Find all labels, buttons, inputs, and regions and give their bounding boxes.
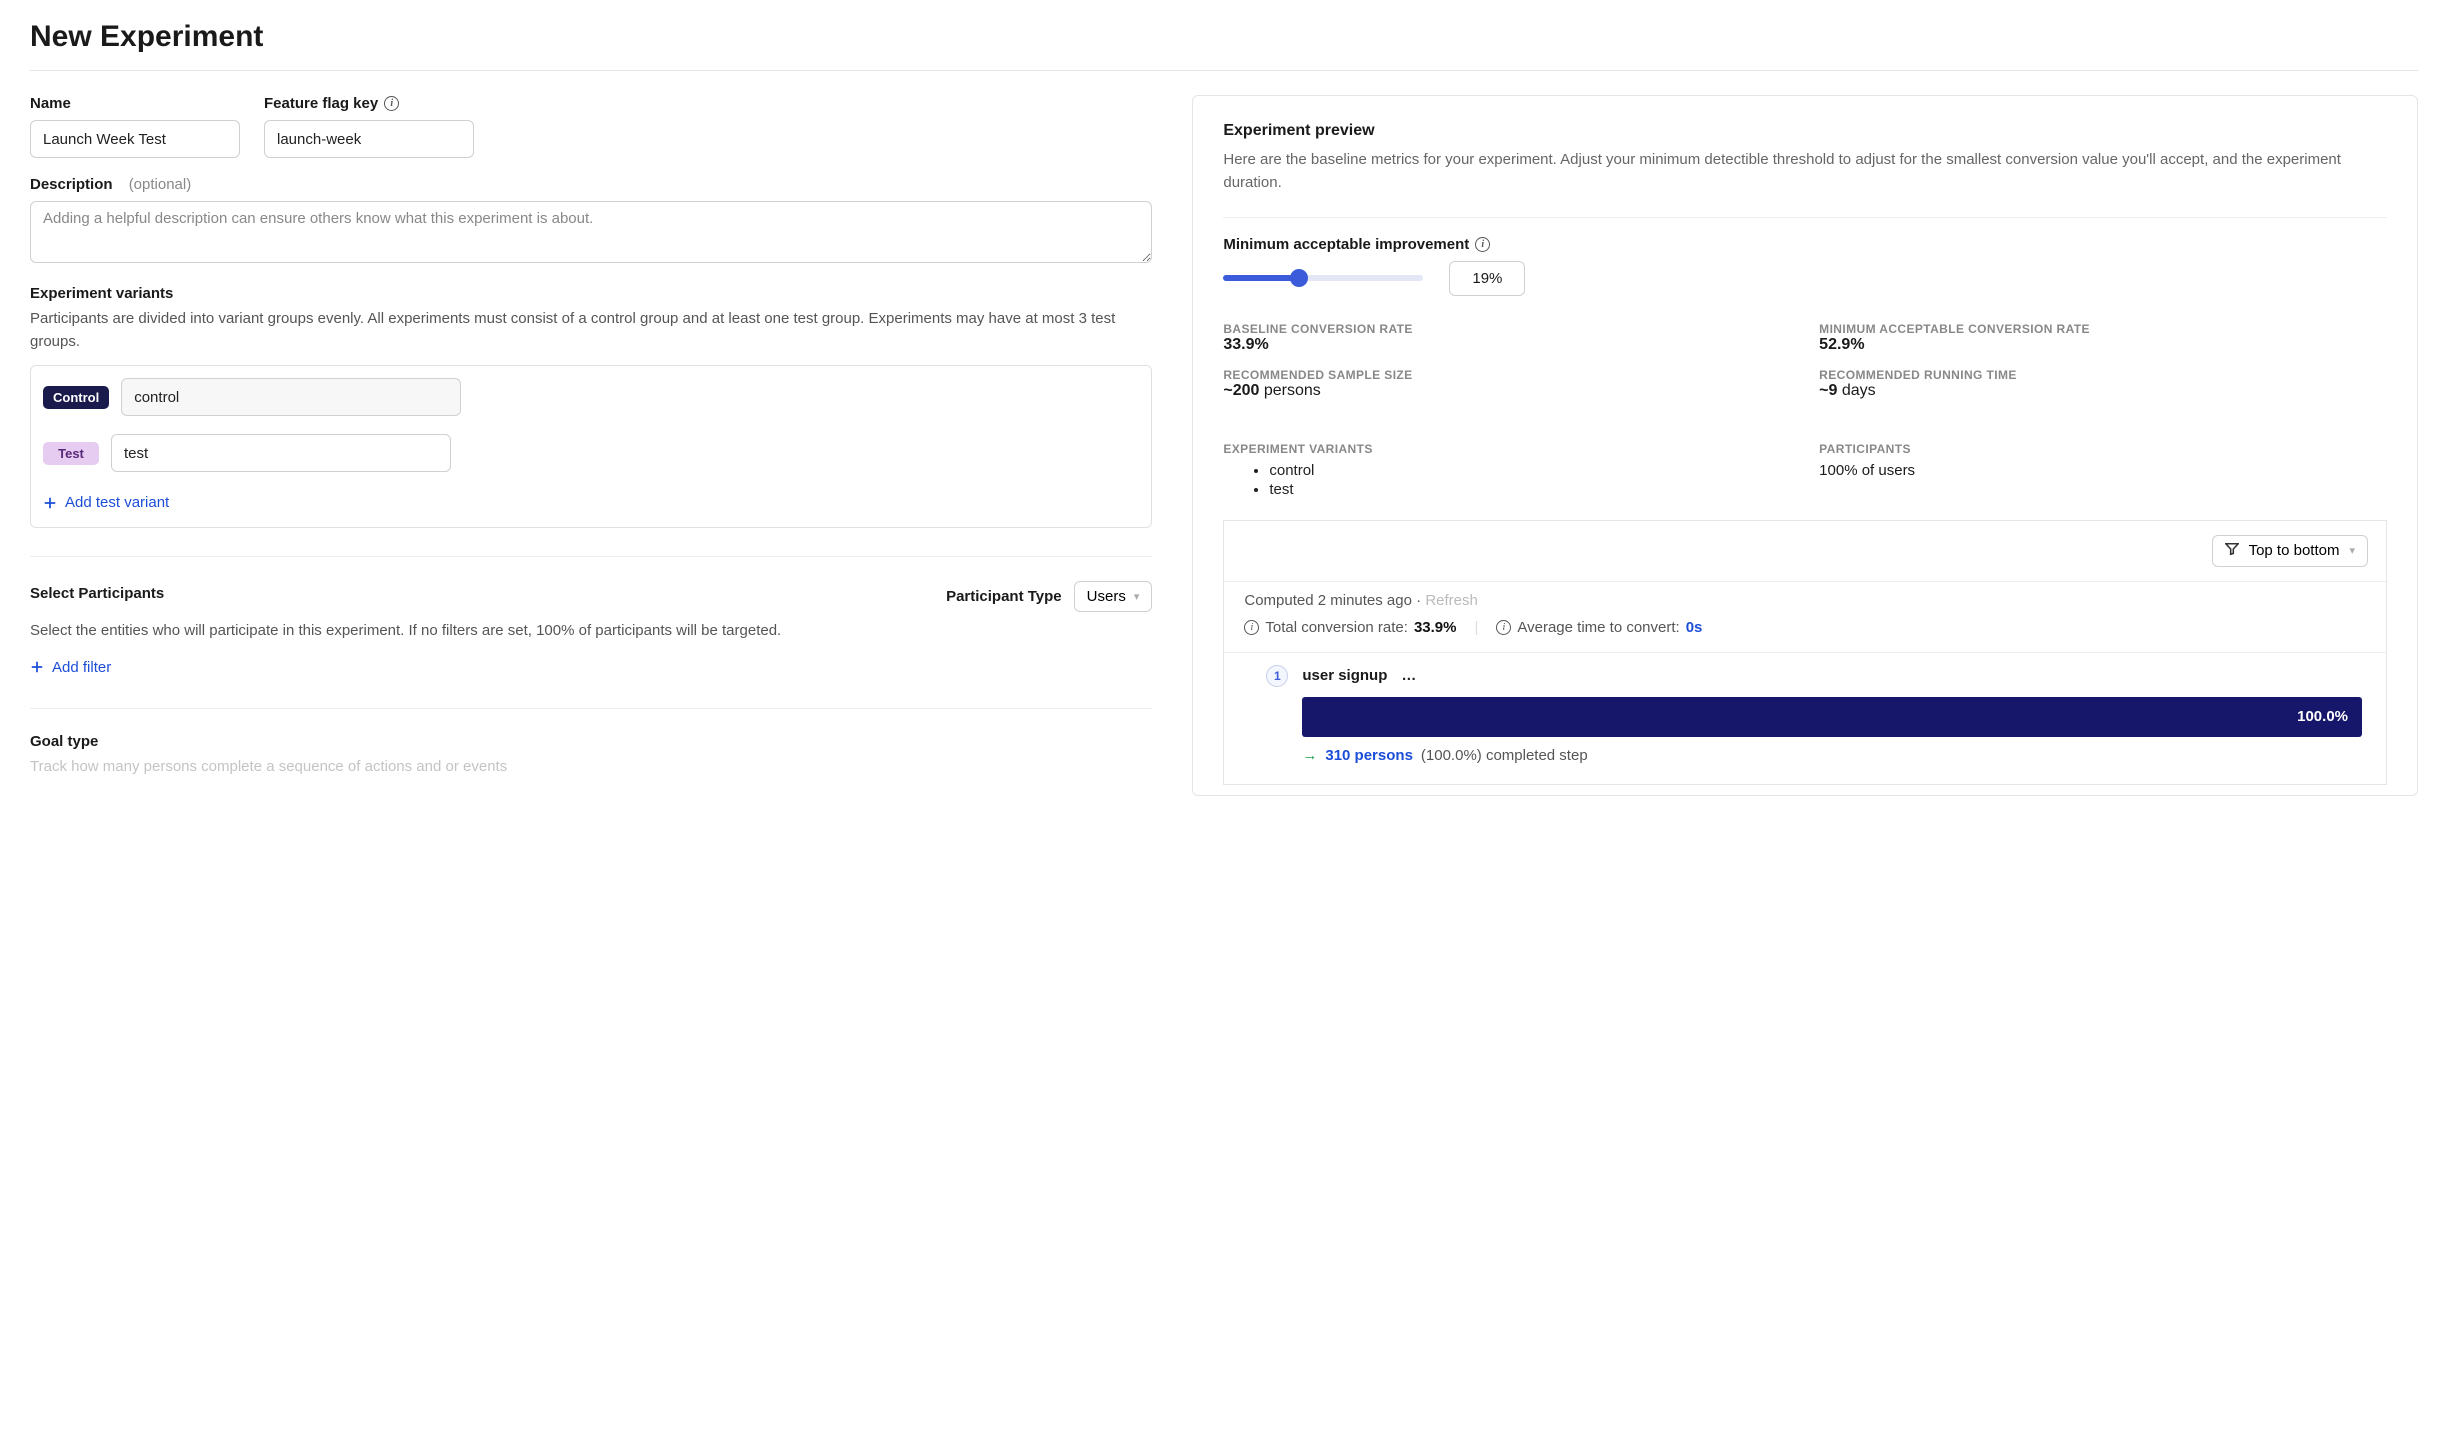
chevron-down-icon: ▾: [1134, 590, 1140, 603]
computed-timestamp: Computed 2 minutes ago: [1244, 592, 1412, 609]
variants-box: Control Test Add test variant: [30, 365, 1152, 528]
avg-time-value: 0s: [1686, 619, 1703, 636]
participants-label: Select Participants: [30, 585, 164, 602]
more-icon[interactable]: …: [1401, 667, 1418, 684]
total-conversion-value: 33.9%: [1414, 619, 1457, 636]
preview-title: Experiment preview: [1223, 122, 2387, 140]
info-icon[interactable]: i: [1496, 620, 1511, 635]
plus-icon: [30, 660, 44, 674]
funnel-orientation-dropdown[interactable]: Top to bottom ▾: [2212, 535, 2368, 567]
variants-help: Participants are divided into variant gr…: [30, 308, 1152, 353]
test-variant-input[interactable]: [111, 434, 451, 472]
divider: [30, 708, 1152, 709]
arrow-right-icon: →: [1302, 747, 1317, 764]
add-variant-button[interactable]: Add test variant: [43, 490, 169, 515]
completed-text: (100.0%) completed step: [1421, 747, 1588, 764]
goal-type-label: Goal type: [30, 733, 1152, 750]
info-icon[interactable]: i: [384, 96, 399, 111]
avg-time-label: Average time to convert:: [1517, 619, 1679, 636]
name-label: Name: [30, 95, 240, 112]
min-improvement-slider[interactable]: [1223, 275, 1423, 281]
divider: [1223, 217, 2387, 218]
chevron-down-icon: ▾: [2349, 544, 2355, 557]
participant-type-dropdown[interactable]: Users ▾: [1074, 581, 1153, 612]
info-icon[interactable]: i: [1244, 620, 1259, 635]
divider: [30, 70, 2418, 71]
preview-variants-label: EXPERIMENT VARIANTS: [1223, 442, 1791, 456]
preview-participants-value: 100% of users: [1819, 462, 2387, 479]
running-time-label: RECOMMENDED RUNNING TIME: [1819, 368, 2387, 382]
funnel-bar: 100.0%: [1302, 697, 2362, 737]
sample-size-value: ~200 persons: [1223, 382, 1791, 400]
min-conversion-value: 52.9%: [1819, 336, 2387, 354]
baseline-rate-value: 33.9%: [1223, 336, 1791, 354]
min-improvement-label: Minimum acceptable improvement i: [1223, 236, 1490, 253]
name-input[interactable]: [30, 120, 240, 158]
variants-section-label: Experiment variants: [30, 285, 1152, 302]
total-conversion-label: Total conversion rate:: [1265, 619, 1408, 636]
flag-label: Feature flag key i: [264, 95, 474, 112]
list-item: test: [1269, 481, 1791, 498]
min-conversion-label: MINIMUM ACCEPTABLE CONVERSION RATE: [1819, 322, 2387, 336]
preview-description: Here are the baseline metrics for your e…: [1223, 148, 2387, 195]
baseline-rate-label: BASELINE CONVERSION RATE: [1223, 322, 1791, 336]
page-title: New Experiment: [30, 20, 2418, 54]
refresh-link[interactable]: Refresh: [1425, 592, 1478, 609]
min-improvement-value[interactable]: 19%: [1449, 261, 1525, 296]
persons-link[interactable]: 310 persons: [1325, 747, 1413, 764]
sample-size-label: RECOMMENDED SAMPLE SIZE: [1223, 368, 1791, 382]
divider: [30, 556, 1152, 557]
preview-participants-label: PARTICIPANTS: [1819, 442, 2387, 456]
description-textarea[interactable]: [30, 201, 1152, 263]
description-label: Description (optional): [30, 176, 1152, 193]
participant-type-label: Participant Type: [946, 588, 1062, 605]
plus-icon: [43, 496, 57, 510]
running-time-value: ~9 days: [1819, 382, 2387, 400]
control-badge: Control: [43, 386, 109, 409]
info-icon[interactable]: i: [1475, 237, 1490, 252]
control-variant-input[interactable]: [121, 378, 461, 416]
preview-variants-list: control test: [1223, 462, 1791, 498]
participants-help: Select the entities who will participate…: [30, 620, 1152, 643]
add-filter-button[interactable]: Add filter: [30, 655, 111, 680]
feature-flag-input[interactable]: [264, 120, 474, 158]
test-badge: Test: [43, 442, 99, 465]
list-item: control: [1269, 462, 1791, 479]
goal-help: Track how many persons complete a sequen…: [30, 756, 1152, 779]
step-name: user signup: [1302, 667, 1387, 684]
funnel-icon: [2225, 542, 2239, 560]
step-number-badge: 1: [1266, 665, 1288, 687]
funnel-panel: Top to bottom ▾ Computed 2 minutes ago ·…: [1223, 520, 2387, 785]
